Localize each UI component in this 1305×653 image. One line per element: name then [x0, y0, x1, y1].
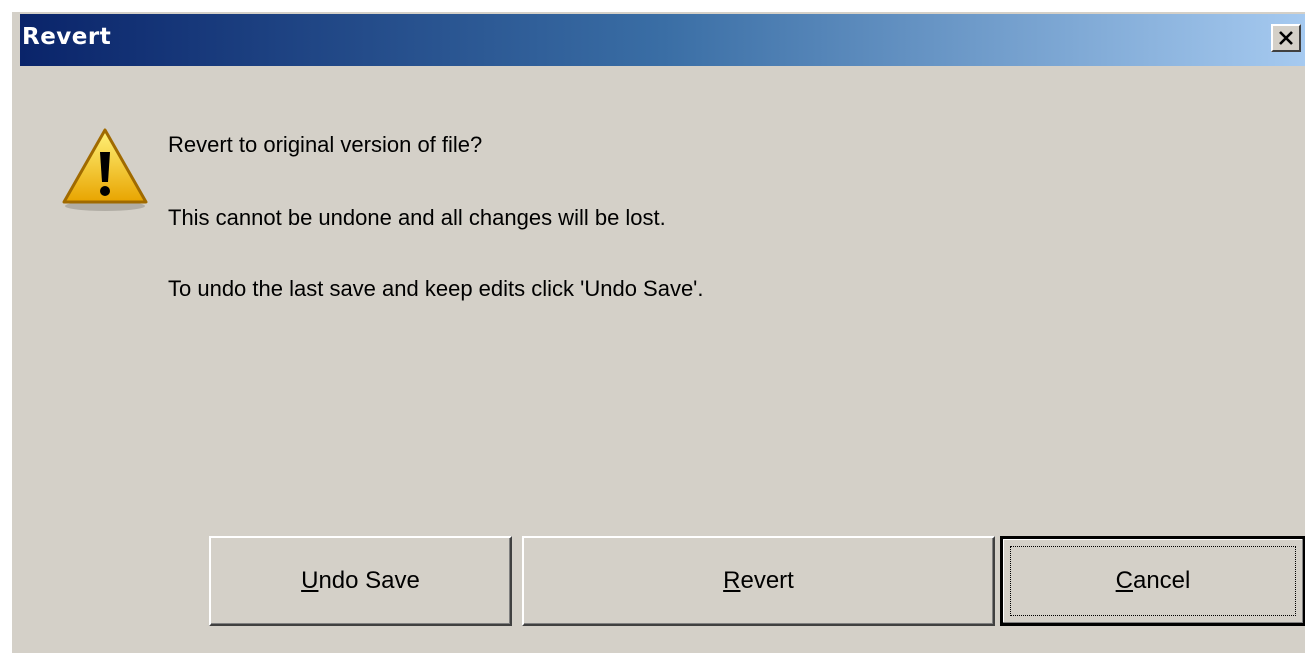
revert-mnemonic: R: [723, 567, 741, 594]
undo-save-button[interactable]: Undo Save: [209, 536, 512, 626]
close-icon: [1279, 31, 1293, 45]
revert-dialog: Revert Revert to original version of fil…: [10, 10, 1305, 653]
window-title: Revert: [22, 24, 112, 50]
close-button[interactable]: [1271, 24, 1301, 52]
revert-button[interactable]: Revert: [522, 536, 995, 626]
revert-label: evert: [740, 567, 794, 594]
cancel-label: ancel: [1132, 567, 1191, 594]
title-bar[interactable]: Revert: [20, 14, 1305, 66]
message-question: Revert to original version of file?: [168, 132, 483, 157]
message-hint: To undo the last save and keep edits cli…: [168, 276, 704, 301]
warning-icon: [62, 128, 148, 211]
cancel-button[interactable]: Cancel: [1000, 536, 1305, 626]
undo-save-label: ndo Save: [318, 567, 420, 594]
cancel-mnemonic: C: [1115, 567, 1133, 594]
message-warning: This cannot be undone and all changes wi…: [168, 205, 666, 230]
undo-save-mnemonic: U: [301, 567, 319, 594]
